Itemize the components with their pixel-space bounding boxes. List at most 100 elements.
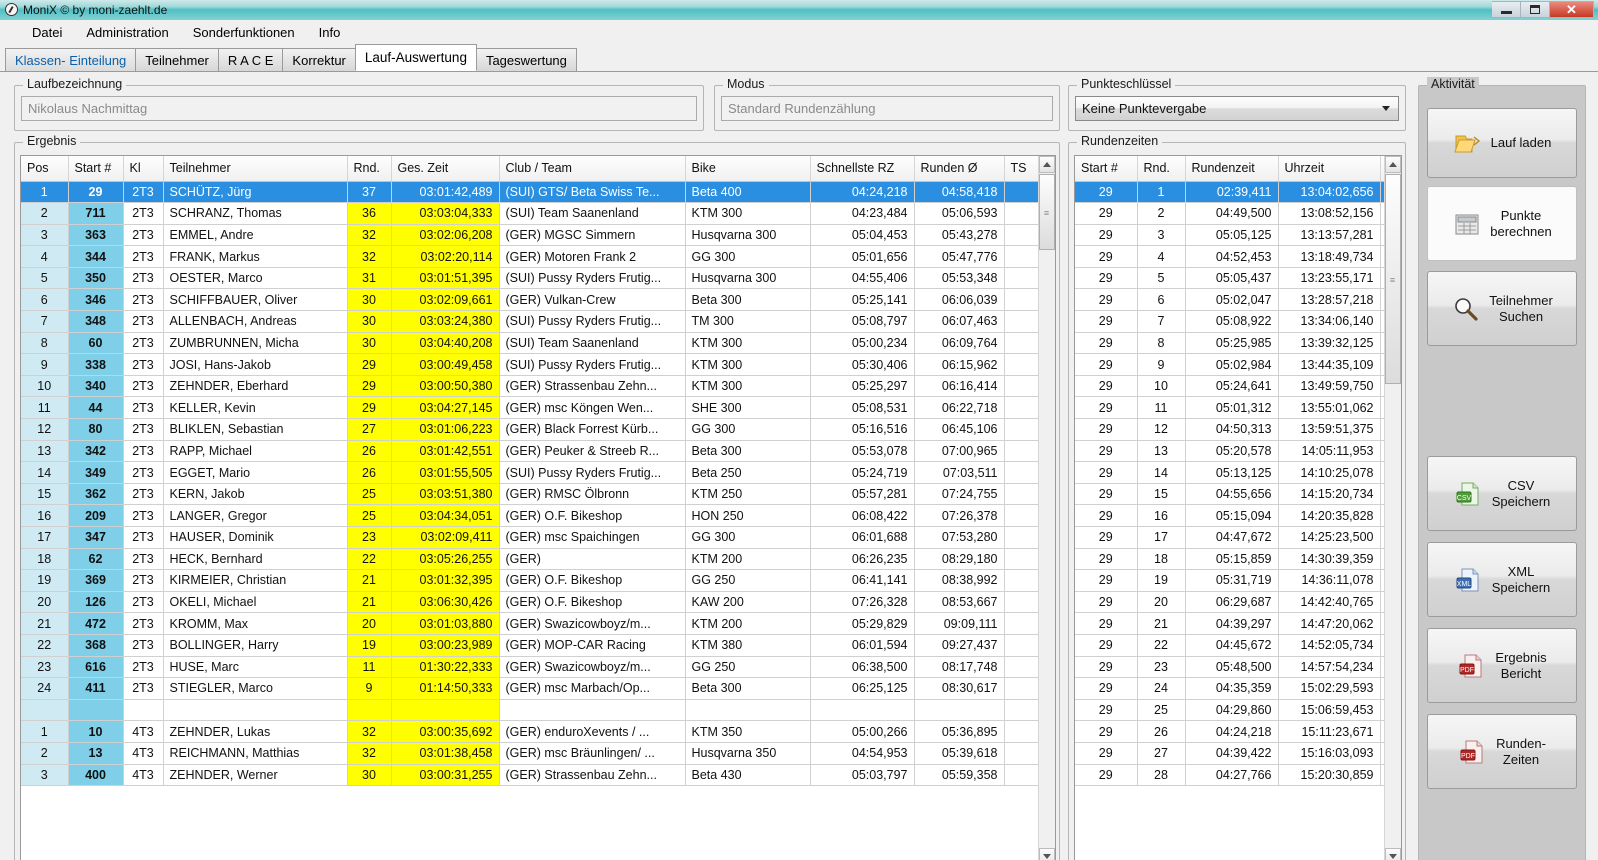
ergebnis-col-header[interactable]: TS xyxy=(1004,156,1038,182)
rundenzeiten-col-header[interactable]: Rundenzeit xyxy=(1185,156,1279,182)
ergebnis-col-header[interactable]: Club / Team xyxy=(499,156,686,182)
table-row[interactable]: 29 17 04:47,672 14:25:23,500 xyxy=(1075,526,1384,549)
tab-klassen-einteilung[interactable]: Klassen- Einteilung xyxy=(5,48,137,71)
table-row[interactable]: 29 3 05:05,125 13:13:57,281 xyxy=(1075,224,1384,247)
ergebnis-col-header[interactable]: Ges. Zeit xyxy=(391,156,500,182)
table-row[interactable]: 2 711 2T3 SCHRANZ, Thomas 36 03:03:04,333 (SUI… xyxy=(21,202,1038,225)
table-row[interactable]: 9 338 2T3 JOSI, Hans-Jakob 29 03:00:49,458 (SU… xyxy=(21,353,1038,376)
menu-item-administration[interactable]: Administration xyxy=(74,22,180,43)
tab-korrektur[interactable]: Korrektur xyxy=(282,48,356,71)
table-row[interactable]: 12 80 2T3 BLIKLEN, Sebastian 27 03:01:06,223(… xyxy=(21,418,1038,441)
rundenzeiten-col-header[interactable]: Rnd. xyxy=(1137,156,1186,182)
tab-tageswertung[interactable]: Tageswertung xyxy=(475,48,577,71)
table-row[interactable]: 29 14 05:13,125 14:10:25,078 xyxy=(1075,461,1384,484)
table-row[interactable]: 21 472 2T3 KROMM, Max 20 03:01:03,880 (GER) Sw… xyxy=(21,612,1038,635)
table-row[interactable]: 2 13 4T3 REICHMANN, Matthias 32 03:01:38,458(… xyxy=(21,742,1038,765)
table-row[interactable]: 29 26 04:24,218 15:11:23,671 xyxy=(1075,720,1384,743)
ergebnis-col-header[interactable]: Runden Ø xyxy=(914,156,1005,182)
table-row[interactable]: 19 369 2T3 KIRMEIER, Christian 21 03:01:32,39… xyxy=(21,569,1038,592)
table-row[interactable]: 29 12 04:50,313 13:59:51,375 xyxy=(1075,418,1384,441)
punkte-berechnen-button[interactable]: Punkte berechnen xyxy=(1427,186,1577,261)
table-row[interactable]: 29 1 02:39,411 13:04:02,656 xyxy=(1075,181,1384,204)
ergebnis-col-header[interactable]: Teilnehmer xyxy=(163,156,348,182)
table-row[interactable]: 8 60 2T3 ZUMBRUNNEN, Micha 30 03:04:40,208 (SU… xyxy=(21,332,1038,355)
scroll-down-button[interactable] xyxy=(1385,848,1401,860)
lauf-laden-button[interactable]: Lauf laden xyxy=(1427,108,1577,178)
laufbezeichnung-input[interactable]: Nikolaus Nachmittag xyxy=(21,96,697,121)
table-row[interactable]: 29 6 05:02,047 13:28:57,218 xyxy=(1075,288,1384,312)
table-row-spacer[interactable] xyxy=(21,699,1038,722)
table-row[interactable]: 11 44 2T3 KELLER, Kevin 29 03:04:27,145 (GER) … xyxy=(21,396,1038,420)
table-row[interactable]: 29 18 05:15,859 14:30:39,359 xyxy=(1075,548,1384,571)
table-row[interactable]: 18 62 2T3 HECK, Bernhard 22 03:05:26,255 (GER)… xyxy=(21,548,1038,571)
minimize-button[interactable] xyxy=(1492,1,1521,18)
table-row[interactable]: 29 10 05:24,641 13:49:59,750 xyxy=(1075,375,1384,398)
table-row[interactable]: 29 2 04:49,500 13:08:52,156 xyxy=(1075,202,1384,225)
table-row[interactable]: 29 9 05:02,984 13:44:35,109 xyxy=(1075,353,1384,376)
table-row[interactable]: 29 16 05:15,094 14:20:35,828 xyxy=(1075,504,1384,527)
menu-item-info[interactable]: Info xyxy=(307,22,353,43)
table-row[interactable]: 17 347 2T3 HAUSER, Dominik 23 03:02:09,411 (GE… xyxy=(21,526,1038,549)
table-row[interactable]: 29 24 04:35,359 15:02:29,593 xyxy=(1075,677,1384,700)
scroll-up-button[interactable] xyxy=(1039,156,1055,173)
rundenzeiten-vscroll-thumb[interactable]: ≡ xyxy=(1385,174,1401,384)
table-row[interactable]: 15 362 2T3 KERN, Jakob 25 03:03:51,380 (GER) R… xyxy=(21,483,1038,506)
runden-zeiten-button[interactable]: PDF Runden- Zeiten xyxy=(1427,714,1577,789)
table-row[interactable]: 29 22 04:45,672 14:52:05,734 xyxy=(1075,634,1384,657)
maximize-button[interactable] xyxy=(1521,1,1550,18)
rundenzeiten-col-header[interactable]: Uhrzeit xyxy=(1278,156,1381,182)
table-row[interactable]: 29 8 05:25,985 13:39:32,125 xyxy=(1075,332,1384,355)
ergebnis-bericht-button[interactable]: PDF Ergebnis Bericht xyxy=(1427,628,1577,703)
table-row[interactable]: 24 411 2T3 STIEGLER, Marco 9 01:14:50,333 (GER… xyxy=(21,677,1038,700)
chevron-down-icon[interactable] xyxy=(1376,98,1396,119)
tab-race[interactable]: R A C E xyxy=(217,48,284,71)
table-row[interactable]: 6 346 2T3 SCHIFFBAUER, Oliver 30 03:02:09,661… xyxy=(21,288,1038,312)
tab-teilnehmer[interactable]: Teilnehmer xyxy=(135,48,219,71)
rundenzeiten-col-header[interactable]: Start # xyxy=(1075,156,1138,182)
ergebnis-col-header[interactable]: Schnellste RZ xyxy=(810,156,915,182)
ergebnis-vscroll-thumb[interactable]: ≡ xyxy=(1039,174,1055,250)
ergebnis-col-header[interactable]: Kl xyxy=(123,156,164,182)
modus-input[interactable]: Standard Rundenzählung xyxy=(721,96,1053,121)
menu-item-datei[interactable]: Datei xyxy=(20,22,74,43)
table-row[interactable]: 1 10 4T3 ZEHNDER, Lukas 32 03:00:35,692 (GER) … xyxy=(21,720,1038,743)
table-row[interactable]: 29 25 04:29,860 15:06:59,453 xyxy=(1075,699,1384,722)
csv-speichern-button[interactable]: CSV CSV Speichern xyxy=(1427,456,1577,531)
table-row[interactable]: 16 209 2T3 LANGER, Gregor 25 03:04:34,051 (GER… xyxy=(21,504,1038,527)
table-row[interactable]: 14 349 2T3 EGGET, Mario 26 03:01:55,505 (SUI) … xyxy=(21,461,1038,484)
table-row[interactable]: 29 15 04:55,656 14:15:20,734 xyxy=(1075,483,1384,506)
table-row[interactable]: 29 11 05:01,312 13:55:01,062 xyxy=(1075,396,1384,420)
table-row[interactable]: 23 616 2T3 HUSE, Marc 11 01:30:22,333 (GER) Sw… xyxy=(21,656,1038,679)
table-row[interactable]: 10 340 2T3 ZEHNDER, Eberhard 29 03:00:50,380(… xyxy=(21,375,1038,398)
table-row[interactable]: 1 29 2T3 SCHÜTZ, Jürg 37 03:01:42,489 (SUI) GT… xyxy=(21,181,1038,204)
table-row[interactable]: 13 342 2T3 RAPP, Michael 26 03:01:42,551 (GER)… xyxy=(21,440,1038,463)
ergebnis-col-header[interactable]: Rnd. xyxy=(347,156,392,182)
menu-item-sonderfunktionen[interactable]: Sonderfunktionen xyxy=(181,22,307,43)
table-row[interactable]: 29 28 04:27,766 15:20:30,859 xyxy=(1075,764,1384,787)
close-button[interactable]: ✕ xyxy=(1550,1,1594,18)
scroll-up-button[interactable] xyxy=(1385,156,1401,173)
table-row[interactable]: 7 348 2T3 ALLENBACH, Andreas 30 03:03:24,380(… xyxy=(21,310,1038,333)
teilnehmer-suchen-button[interactable]: Teilnehmer Suchen xyxy=(1427,271,1577,346)
table-row[interactable]: 29 27 04:39,422 15:16:03,093 xyxy=(1075,742,1384,765)
ergebnis-col-header[interactable]: Bike xyxy=(685,156,811,182)
ergebnis-vscrollbar[interactable]: ≡ xyxy=(1038,156,1055,860)
table-row[interactable]: 29 5 05:05,437 13:23:55,171 xyxy=(1075,267,1384,290)
scroll-down-button[interactable] xyxy=(1039,848,1055,860)
table-row[interactable]: 29 20 06:29,687 14:42:40,765 xyxy=(1075,591,1384,614)
ergebnis-col-header[interactable]: Start # xyxy=(68,156,124,182)
tab-lauf-auswertung[interactable]: Lauf-Auswertung xyxy=(354,44,477,71)
table-row[interactable]: 29 21 04:39,297 14:47:20,062 xyxy=(1075,612,1384,635)
table-row[interactable]: 20 126 2T3 OKELI, Michael 21 03:06:30,426 (GER… xyxy=(21,591,1038,614)
ergebnis-col-header[interactable]: Pos xyxy=(21,156,69,182)
table-row[interactable]: 4 344 2T3 FRANK, Markus 32 03:02:20,114 (GER) … xyxy=(21,245,1038,268)
table-row[interactable]: 29 13 05:20,578 14:05:11,953 xyxy=(1075,440,1384,463)
xml-speichern-button[interactable]: XML XML Speichern xyxy=(1427,542,1577,617)
punkteschluessel-select[interactable]: Keine Punktevergabe xyxy=(1075,96,1399,121)
table-row[interactable]: 29 19 05:31,719 14:36:11,078 xyxy=(1075,569,1384,592)
rundenzeiten-vscrollbar[interactable]: ≡ xyxy=(1384,156,1401,860)
table-row[interactable]: 22 368 2T3 BOLLINGER, Harry 19 03:00:23,989 (G… xyxy=(21,634,1038,657)
table-row[interactable]: 3 363 2T3 EMMEL, Andre 32 03:02:06,208 (GER) M… xyxy=(21,224,1038,247)
table-row[interactable]: 29 4 04:52,453 13:18:49,734 xyxy=(1075,245,1384,268)
table-row[interactable]: 5 350 2T3 OESTER, Marco 31 03:01:51,395 (SUI) … xyxy=(21,267,1038,290)
